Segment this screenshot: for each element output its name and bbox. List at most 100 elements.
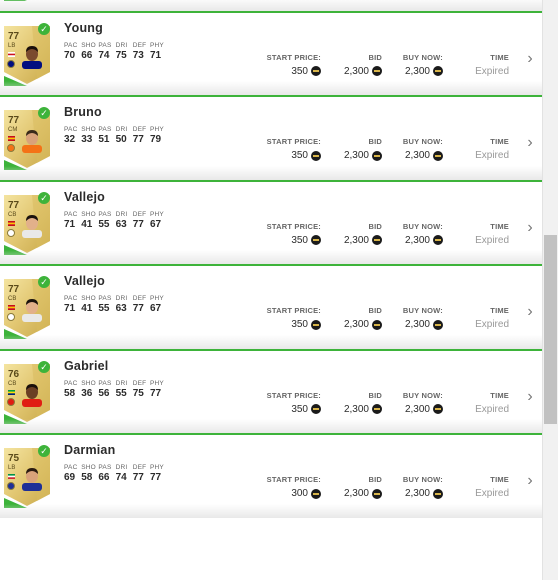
buy-now-value: 2,300 — [404, 150, 430, 161]
player-rating: 76 — [8, 368, 20, 380]
stat-label: DRI — [115, 379, 128, 387]
club-badge-icon — [7, 59, 15, 68]
stat-value: 70 — [64, 49, 76, 61]
club-badge-icon — [7, 313, 15, 321]
club-badge-icon — [7, 144, 15, 152]
nation-flag-icon — [8, 389, 15, 395]
player-name: Young — [64, 20, 103, 35]
list-item[interactable]: 77 CB ✓ Vallejo PAC SHO PAS DRI DEF PHY 71 41 5… — [0, 264, 542, 349]
stat-label: PHY — [149, 210, 164, 218]
nation-flag-icon — [8, 305, 15, 310]
stat-label: PAS — [98, 210, 112, 218]
bid-label: BID — [368, 52, 382, 62]
stat-label: SHO — [81, 210, 96, 218]
time-value: Expired — [475, 319, 509, 330]
stat-label: DEF — [132, 126, 147, 133]
stat-value: 71 — [64, 303, 76, 314]
chevron-right-icon[interactable]: › — [524, 219, 536, 237]
time: TIME Expired — [475, 222, 509, 246]
stat-labels: PAC SHO PAS DRI DEF PHY — [64, 464, 167, 471]
bid: BID 2,300 — [344, 306, 382, 330]
bid: BID 2,300 — [344, 53, 382, 77]
stat-value: 67 — [149, 303, 162, 314]
stat-value: 50 — [115, 134, 127, 145]
stat-value: 74 — [98, 49, 110, 61]
list-item[interactable]: 77 CM ✓ Bruno PAC SHO PAS DRI DEF PHY 32 33 51 5… — [0, 95, 542, 180]
start-price: START PRICE: 350 — [267, 391, 321, 415]
start-price-label: START PRICE: — [266, 221, 321, 231]
bid: BID 2,300 — [344, 222, 382, 246]
stat-value: 77 — [132, 134, 144, 145]
buy-now-value: 2,300 — [404, 65, 430, 77]
stat-label: DEF — [132, 464, 147, 471]
stat-label: DRI — [115, 41, 128, 49]
buy-now: BUY NOW: 2,300 — [403, 53, 443, 77]
buy-now-value: 2,300 — [404, 234, 430, 246]
chevron-right-icon[interactable]: › — [524, 388, 536, 406]
list-item[interactable]: 75 LB ✓ Darmian PAC SHO PAS DRI DEF PHY 69 58 6… — [0, 433, 542, 518]
stat-label: DEF — [132, 210, 147, 218]
checkmark-icon: ✓ — [38, 360, 50, 373]
player-position: CM — [8, 127, 18, 133]
bid-value: 2,300 — [343, 319, 369, 330]
stat-label: PAS — [98, 379, 112, 387]
scrollbar[interactable] — [542, 0, 558, 580]
chevron-right-icon[interactable]: › — [524, 134, 536, 152]
buy-now-label: BUY NOW: — [402, 475, 443, 484]
start-price-value: 300 — [291, 488, 308, 499]
stat-value: 77 — [132, 472, 144, 483]
stat-label: SHO — [81, 41, 96, 49]
bid-label: BID — [368, 390, 382, 400]
start-price-label: START PRICE: — [266, 52, 321, 62]
stat-value: 79 — [149, 134, 162, 145]
stat-label: DEF — [132, 379, 147, 387]
stat-value: 71 — [149, 49, 162, 61]
stat-value: 71 — [64, 218, 76, 230]
stat-label: PHY — [149, 464, 164, 471]
player-face-icon — [22, 130, 42, 153]
coin-icon — [372, 404, 382, 414]
list-item[interactable]: 77 CB ✓ Vallejo PAC SHO PAS DRI DEF PHY 71 41 5… — [0, 179, 542, 264]
start-price-label: START PRICE: — [266, 390, 321, 400]
buy-now-value: 2,300 — [404, 488, 430, 499]
stat-value: 41 — [81, 303, 93, 314]
transfer-list-items: 77 CB ✓ Jorge Meré PACSHOPASDRIDEFPHY 68… — [0, 0, 542, 518]
coin-icon — [372, 319, 382, 330]
stat-label: PHY — [149, 126, 164, 133]
list-item[interactable]: 77 CB ✓ Jorge Meré PACSHOPASDRIDEFPHY 68… — [0, 0, 542, 11]
coin-icon — [311, 319, 321, 330]
stat-labels: PAC SHO PAS DRI DEF PHY — [64, 42, 167, 49]
player-card: 77 CB ✓ — [2, 276, 52, 339]
player-name: Darmian — [64, 443, 116, 457]
scrollbar-thumb[interactable] — [544, 235, 557, 424]
list-item[interactable]: 76 CB ✓ Gabriel PAC SHO PAS DRI DEF PHY 58 36 5… — [0, 348, 542, 433]
nation-flag-icon — [8, 474, 15, 479]
start-price-label: START PRICE: — [266, 306, 321, 315]
stat-value: 77 — [132, 303, 144, 314]
player-card: 77 CM ✓ — [2, 107, 52, 170]
player-card: 77 CB ✓ — [2, 191, 52, 255]
buy-now-label: BUY NOW: — [402, 52, 443, 62]
stat-value: 56 — [98, 387, 110, 399]
stat-labels: PAC SHO PAS DRI DEF PHY — [64, 380, 167, 387]
buy-now: BUY NOW: 2,300 — [403, 222, 443, 246]
buy-now: BUY NOW: 2,300 — [403, 306, 443, 330]
coin-icon — [433, 66, 443, 76]
chevron-right-icon[interactable]: › — [524, 303, 536, 321]
time-value: Expired — [475, 234, 509, 246]
list-item[interactable]: 77 LB ✓ Young PAC SHO PAS DRI DEF PHY 70 66 74 7… — [0, 10, 542, 95]
stat-value: 74 — [115, 472, 127, 483]
stat-label: DRI — [115, 126, 128, 133]
club-badge-icon — [7, 228, 15, 237]
transfer-list: 77 CB ✓ Jorge Meré PACSHOPASDRIDEFPHY 68… — [0, 0, 542, 580]
start-price-label: START PRICE: — [266, 475, 321, 484]
stat-values: 69 58 66 74 77 77 — [64, 472, 167, 483]
stat-values: 32 33 51 50 77 79 — [64, 134, 167, 145]
stat-label: PHY — [149, 41, 164, 49]
checkmark-icon: ✓ — [38, 276, 50, 288]
player-name: Bruno — [64, 105, 102, 119]
chevron-right-icon[interactable]: › — [524, 472, 536, 490]
stat-label: PHY — [149, 379, 164, 387]
start-price-value: 350 — [291, 65, 308, 77]
chevron-right-icon[interactable]: › — [524, 50, 536, 68]
